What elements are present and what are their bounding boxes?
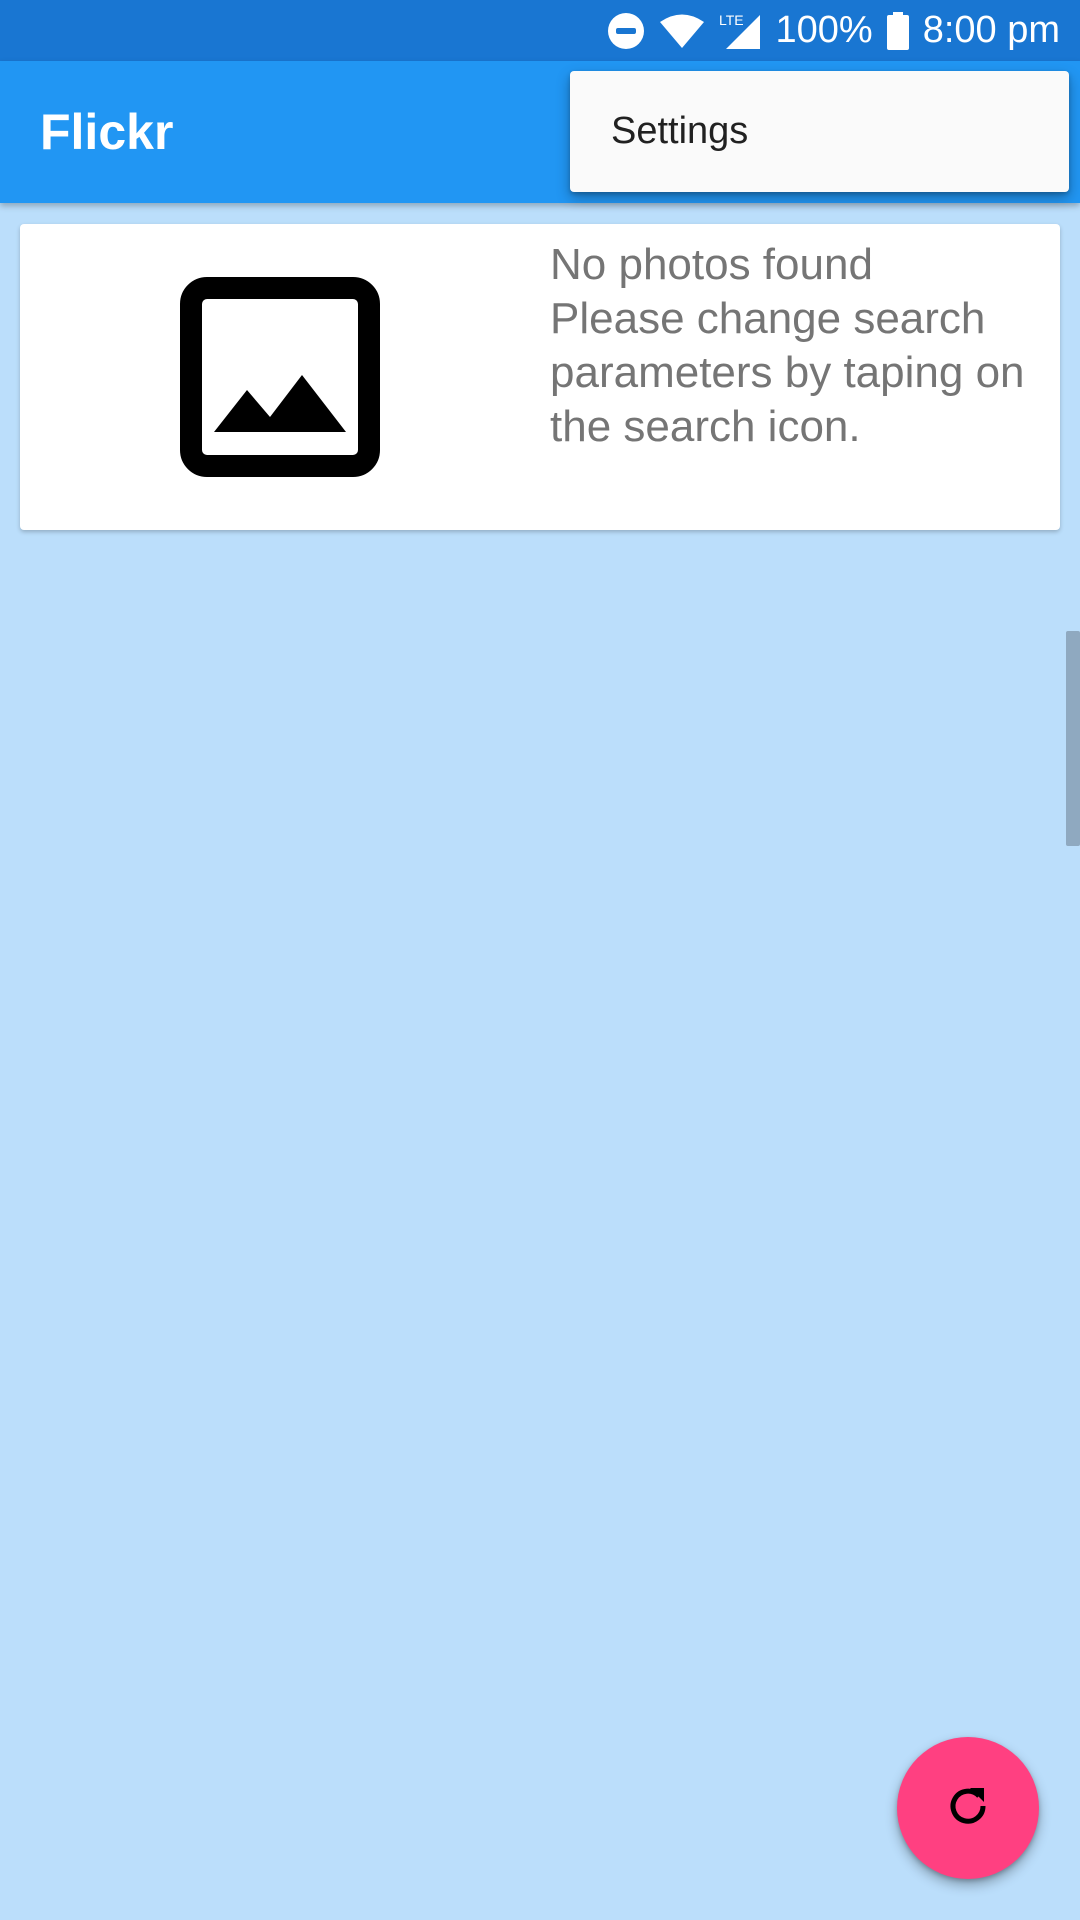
- wifi-icon: [659, 13, 705, 49]
- status-bar: LTE 100% 8:00 pm: [0, 0, 1080, 61]
- empty-state-card: No photos found Please change search par…: [20, 224, 1060, 530]
- scrollbar-thumb[interactable]: [1066, 631, 1080, 846]
- do-not-disturb-icon: [607, 12, 645, 50]
- overflow-menu: Settings: [570, 71, 1069, 192]
- cell-signal-icon: LTE: [719, 11, 761, 51]
- empty-state-line: the search icon.: [550, 402, 861, 451]
- app-title: Flickr: [40, 104, 174, 160]
- image-placeholder-icon: [180, 277, 380, 477]
- battery-percentage: 100%: [775, 9, 873, 51]
- refresh-button[interactable]: [897, 1737, 1039, 1879]
- empty-state-line: Please change search: [550, 294, 986, 343]
- screen: LTE 100% 8:00 pm Flickr Settings No phot…: [0, 0, 1080, 1920]
- menu-item-settings[interactable]: Settings: [570, 71, 1069, 192]
- empty-state-title: No photos found: [550, 240, 873, 289]
- status-icons: LTE 100% 8:00 pm: [607, 0, 1060, 61]
- empty-state-message: No photos found Please change search par…: [550, 238, 1060, 454]
- battery-icon: [886, 11, 909, 50]
- refresh-icon: [944, 1782, 992, 1835]
- status-time: 8:00 pm: [922, 9, 1060, 51]
- empty-state-line: parameters by taping on: [550, 348, 1025, 397]
- network-type-label: LTE: [719, 12, 744, 28]
